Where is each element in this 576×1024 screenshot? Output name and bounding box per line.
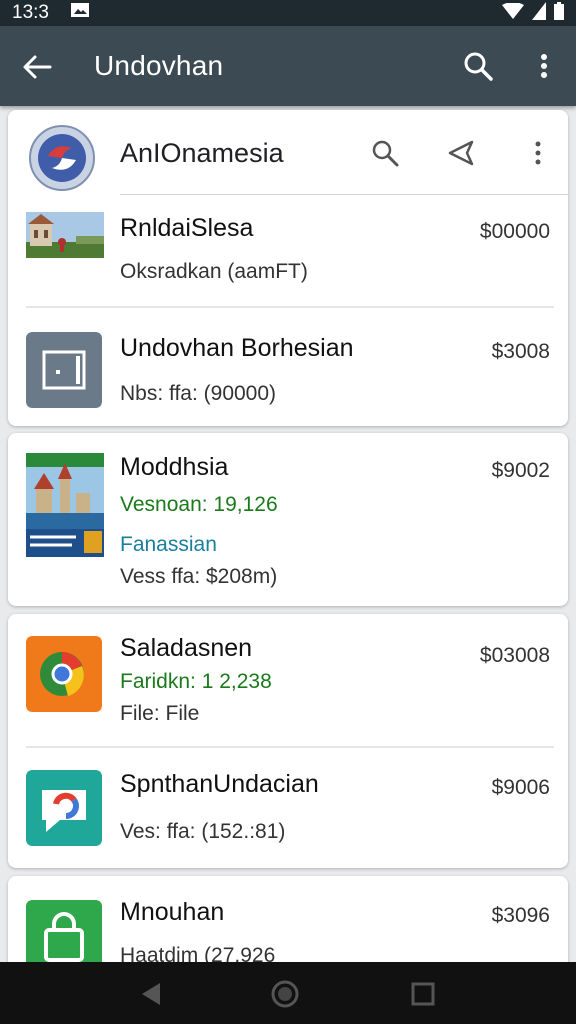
image-notification-icon <box>71 3 89 17</box>
chrome-logo-icon <box>26 636 102 712</box>
card-group-3: Saladasnen $03008 Faridkn: 1 2,238 File:… <box>8 614 568 868</box>
app-window-icon <box>26 332 102 408</box>
item-price: $03008 <box>479 644 550 667</box>
battery-icon <box>554 2 564 20</box>
wifi-icon <box>502 3 524 19</box>
share-icon[interactable] <box>446 138 476 168</box>
list-item[interactable]: Saladasnen $03008 Faridkn: 1 2,238 File:… <box>8 614 568 746</box>
item-name: RnldaiSlesa <box>120 214 254 242</box>
more-vert-icon[interactable] <box>526 138 550 168</box>
item-price: $3096 <box>491 904 550 927</box>
item-detail: Ves: ffa: (152.:81) <box>120 820 286 843</box>
status-icons <box>502 2 564 20</box>
status-time: 13:3 <box>12 2 49 23</box>
item-price: $00000 <box>479 220 550 243</box>
signal-icon <box>532 2 546 20</box>
section-header: AnIOnamesia <box>8 110 568 196</box>
card-group-1: AnIOnamesia RnldaiSlesa $00000 Oksradkan… <box>8 110 568 426</box>
divider <box>26 306 554 308</box>
nav-home-icon[interactable] <box>270 979 300 1009</box>
divider <box>26 746 554 748</box>
item-name: Mnouhan <box>120 898 225 926</box>
item-name: Moddhsia <box>120 453 229 481</box>
item-detail: Oksradkan (aamFT) <box>120 260 308 283</box>
item-name: Saladasnen <box>120 634 253 662</box>
list-item[interactable]: RnldaiSlesa $00000 Oksradkan (aamFT) <box>8 206 568 304</box>
item-price: $9002 <box>491 459 550 482</box>
item-detail: Nbs: ffa: (90000) <box>120 382 277 405</box>
chat-chrome-icon <box>26 770 102 846</box>
divider <box>120 194 568 195</box>
search-icon[interactable] <box>370 138 400 168</box>
system-nav-bar <box>0 962 576 1024</box>
list-item[interactable]: SpnthanUndacian $9006 Ves: ffa: (152.:81… <box>8 750 568 868</box>
item-price: $3008 <box>491 340 550 363</box>
item-price: $9006 <box>491 776 550 799</box>
card-group-2: Moddhsia $9002 Vesnoan: 19,126 Fanassian… <box>8 433 568 606</box>
section-title: AnIOnamesia <box>120 138 284 168</box>
castle-poster-icon <box>26 453 104 557</box>
back-arrow-icon[interactable] <box>20 52 54 82</box>
app-bar: Undovhan <box>0 26 576 106</box>
list-item[interactable]: Moddhsia $9002 Vesnoan: 19,126 Fanassian… <box>8 433 568 606</box>
item-detail: File: File <box>120 702 200 725</box>
item-category: Fanassian <box>120 533 217 556</box>
nav-back-icon[interactable] <box>136 979 166 1009</box>
status-bar: 13:3 <box>0 0 576 26</box>
item-name: Undovhan Borhesian <box>120 334 354 362</box>
list-item[interactable]: Undovhan Borhesian $3008 Nbs: ffa: (9000… <box>8 314 568 424</box>
more-vert-icon[interactable] <box>530 50 558 82</box>
item-name: SpnthanUndacian <box>120 770 319 798</box>
landscape-photo-icon <box>26 212 104 258</box>
brand-logo-icon <box>29 125 95 191</box>
nav-recents-icon[interactable] <box>408 979 438 1009</box>
item-version: Faridkn: 1 2,238 <box>120 670 272 693</box>
item-version: Vesnoan: 19,126 <box>120 493 278 516</box>
item-detail: Vess ffa: $208m) <box>120 565 278 588</box>
app-title: Undovhan <box>94 50 224 81</box>
search-icon[interactable] <box>462 50 494 82</box>
